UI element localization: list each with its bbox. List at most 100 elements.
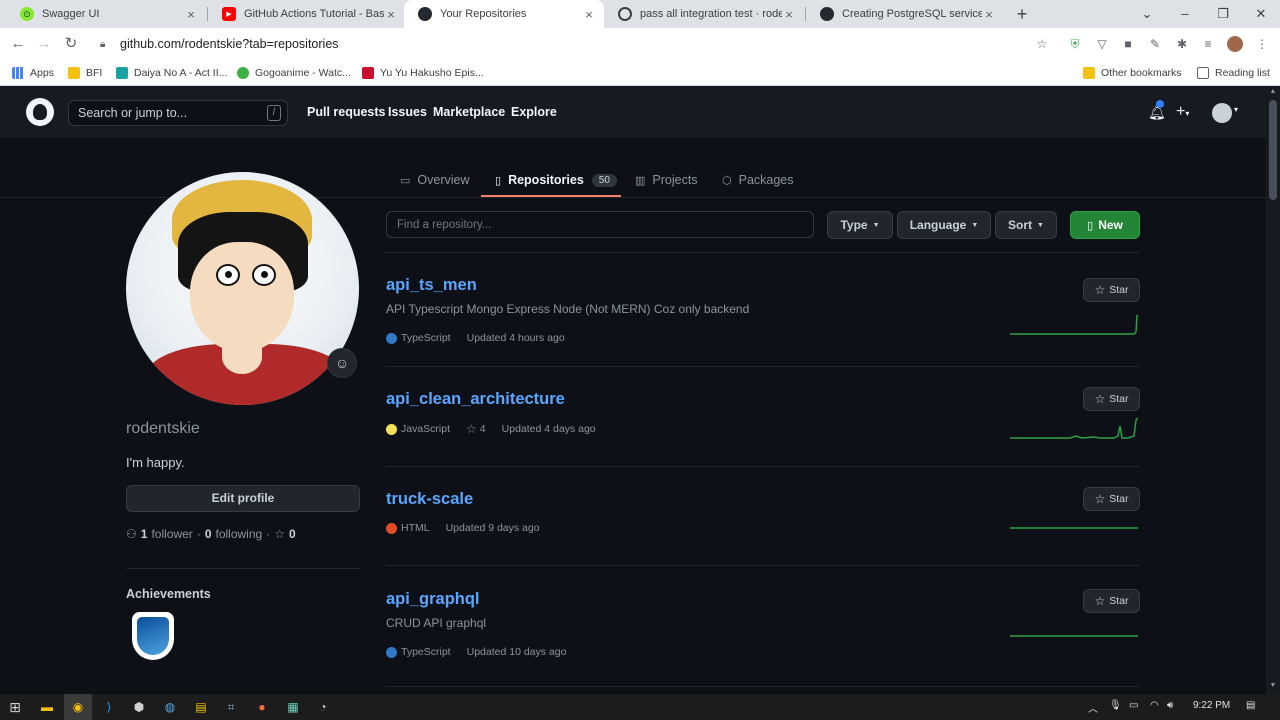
notifications-center-icon[interactable]: ▤	[1246, 700, 1255, 711]
tab-packages[interactable]: ⬡ Packages	[722, 170, 794, 190]
separator-dot: ·	[196, 527, 201, 541]
followers-count[interactable]: 1	[141, 527, 148, 541]
browser-tab-repositories[interactable]: Your Repositories ×	[404, 0, 604, 28]
close-window-icon[interactable]: ✕	[1242, 0, 1280, 28]
star-button[interactable]: ☆ Star	[1083, 278, 1140, 302]
battery-icon[interactable]: ▭	[1129, 700, 1138, 711]
back-icon[interactable]: ←	[8, 34, 28, 54]
clock-time[interactable]: 9:22 PM	[1193, 700, 1230, 711]
app-notes-icon[interactable]: ▤	[192, 698, 210, 716]
star-icon: ☆	[466, 422, 477, 436]
forward-icon[interactable]: →	[34, 34, 54, 54]
chrome-menu-icon[interactable]: ⋮	[1254, 36, 1270, 52]
bookmark-apps[interactable]: Apps	[12, 65, 54, 81]
bookmark-star-icon[interactable]: ☆	[1034, 36, 1050, 52]
profile-avatar-icon[interactable]	[1227, 36, 1243, 52]
search-input[interactable]: Search or jump to... /	[68, 100, 288, 126]
caret-down-icon: ▼	[872, 221, 880, 229]
browser-tab-swagger[interactable]: ⊙ Swagger UI ×	[6, 0, 206, 28]
profile-avatar[interactable]	[126, 172, 359, 405]
omnibox[interactable]: 🔒︎ github.com/rodentskie?tab=repositorie…	[92, 32, 1058, 56]
followers-label[interactable]: follower	[151, 527, 192, 541]
camera-extension-icon[interactable]: ■	[1120, 36, 1136, 52]
following-count[interactable]: 0	[205, 527, 212, 541]
vscode-icon[interactable]: ⟩	[100, 698, 118, 716]
scrollbar-thumb[interactable]	[1269, 100, 1277, 200]
scroll-up-icon[interactable]: ▲	[1268, 88, 1278, 95]
set-status-smiley-icon[interactable]: ☺	[327, 348, 357, 378]
bookmark-gogoanime[interactable]: Gogoanime - Watc...	[237, 65, 351, 81]
close-tab-icon[interactable]: ×	[184, 7, 198, 22]
eyedropper-extension-icon[interactable]: ✎	[1147, 36, 1163, 52]
microphone-icon[interactable]: 🎙︎	[1109, 700, 1122, 711]
new-repository-button[interactable]: ▯ New	[1070, 211, 1140, 239]
app-network-icon[interactable]: ⌗	[222, 698, 240, 716]
user-avatar[interactable]	[1212, 103, 1232, 123]
nav-marketplace[interactable]: Marketplace	[433, 105, 505, 119]
language-filter-button[interactable]: Language ▼	[897, 211, 991, 239]
vue-extension-icon[interactable]: ▽	[1094, 36, 1110, 52]
repo-name-link[interactable]: api_graphql	[386, 590, 480, 609]
find-repository-input[interactable]: Find a repository...	[386, 211, 814, 238]
repo-updated: Updated 4 days ago	[501, 423, 596, 435]
nav-explore[interactable]: Explore	[511, 105, 557, 119]
tab-overview[interactable]: ▭ Overview	[400, 170, 470, 190]
bookmark-bfi[interactable]: BFI	[68, 65, 102, 81]
app-cube-icon[interactable]: ⬢	[130, 698, 148, 716]
volume-icon[interactable]: 🔊︎	[1167, 700, 1173, 711]
repo-name-link[interactable]: api_clean_architecture	[386, 390, 565, 409]
scroll-down-icon[interactable]: ▼	[1268, 682, 1278, 689]
star-button[interactable]: ☆ Star	[1083, 487, 1140, 511]
app-circle-icon[interactable]: ◍	[161, 698, 179, 716]
bookmark-other[interactable]: Other bookmarks	[1083, 65, 1182, 81]
sort-button[interactable]: Sort ▼	[995, 211, 1057, 239]
close-tab-icon[interactable]: ×	[582, 7, 596, 22]
nav-issues[interactable]: Issues	[388, 105, 427, 119]
media-control-icon[interactable]: ≡	[1200, 36, 1216, 52]
wifi-icon[interactable]: ◠	[1150, 700, 1159, 711]
bookmark-daiya[interactable]: Daiya No A - Act II...	[116, 65, 227, 81]
close-tab-icon[interactable]: ×	[782, 7, 796, 22]
stars-count[interactable]: 0	[289, 527, 296, 541]
create-new-plus-icon[interactable]: +▾	[1176, 103, 1189, 121]
following-label[interactable]: following	[216, 527, 263, 541]
browser-tab-postgresql[interactable]: Creating PostgreSQL service con ×	[806, 0, 1004, 28]
close-tab-icon[interactable]: ×	[384, 7, 398, 22]
reload-icon[interactable]: ↻	[61, 34, 81, 54]
app-tray-icon[interactable]: ▦	[284, 698, 302, 716]
profile-username: rodentskie	[126, 420, 200, 437]
type-filter-button[interactable]: Type ▼	[827, 211, 893, 239]
show-hidden-icons-icon[interactable]: ︿	[1088, 700, 1098, 715]
new-tab-button[interactable]: +	[1013, 4, 1031, 24]
file-explorer-icon[interactable]: ▬	[38, 698, 56, 716]
browser-tab-integration-test[interactable]: pass all integration test · rodents ×	[604, 0, 804, 28]
star-button[interactable]: ☆ Star	[1083, 589, 1140, 613]
repo-star-count[interactable]: 4	[480, 423, 486, 435]
repo-name-link[interactable]: api_ts_men	[386, 276, 477, 295]
achievement-badge-icon[interactable]	[132, 612, 174, 660]
tab-search-icon[interactable]: ⌄	[1128, 0, 1166, 28]
browser-tab-youtube[interactable]: ▶ GitHub Actions Tutorial - Basic C ×	[208, 0, 406, 28]
restore-icon[interactable]: ❐	[1204, 0, 1242, 28]
tab-projects[interactable]: ▥ Projects	[635, 170, 698, 190]
shield-extension-icon[interactable]: ⛨	[1067, 36, 1083, 52]
extensions-puzzle-icon[interactable]: ✱	[1174, 36, 1190, 52]
tab-repositories[interactable]: ▯ Repositories 50	[495, 170, 617, 190]
postman-icon[interactable]: ●	[253, 698, 271, 716]
star-button[interactable]: ☆ Star	[1083, 387, 1140, 411]
minimize-icon[interactable]: –	[1166, 0, 1204, 28]
book-icon: ▭	[400, 174, 411, 187]
bookmark-yuyu[interactable]: Yu Yu Hakusho Epis...	[362, 65, 484, 81]
repo-updated: Updated 4 hours ago	[466, 332, 565, 344]
windows-start-icon[interactable]: ⊞	[6, 698, 24, 716]
repo-name-link[interactable]: truck-scale	[386, 490, 473, 509]
star-icon: ☆	[1094, 392, 1106, 406]
bookmark-reading-list[interactable]: Reading list	[1197, 65, 1270, 81]
nav-pull-requests[interactable]: Pull requests	[307, 105, 386, 119]
github-logo-icon[interactable]	[26, 98, 54, 126]
app-timer-icon[interactable]: ◔	[314, 698, 332, 716]
edit-profile-button[interactable]: Edit profile	[126, 485, 360, 512]
page-scrollbar[interactable]: ▲ ▼	[1266, 86, 1280, 694]
chrome-icon[interactable]: ◉	[69, 698, 87, 716]
close-tab-icon[interactable]: ×	[982, 7, 996, 22]
